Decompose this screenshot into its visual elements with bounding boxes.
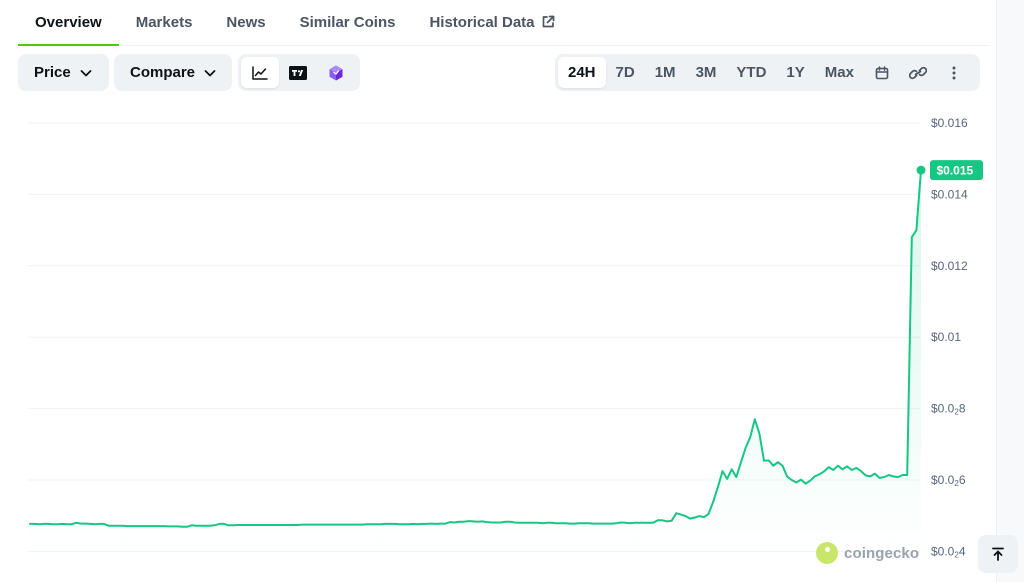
range-1m-button[interactable]: 1M bbox=[645, 57, 686, 88]
coingecko-watermark: coingecko bbox=[816, 542, 919, 564]
y-tick-label: $0.024 bbox=[931, 544, 966, 559]
y-tick-label: $0.014 bbox=[931, 187, 968, 201]
current-price-point bbox=[916, 165, 926, 175]
range-label: 24H bbox=[568, 64, 596, 81]
range-3m-button[interactable]: 3M bbox=[686, 57, 727, 88]
range-label: 1Y bbox=[786, 64, 805, 81]
range-label: 3M bbox=[695, 64, 717, 81]
price-area-fill bbox=[30, 170, 921, 556]
coin-tabs: Overview Markets News Similar Coins Hist… bbox=[18, 0, 990, 46]
line-chart-button[interactable] bbox=[241, 57, 279, 88]
date-range-button[interactable] bbox=[864, 57, 900, 88]
price-dropdown[interactable]: Price bbox=[18, 54, 109, 91]
compare-dropdown[interactable]: Compare bbox=[114, 54, 232, 91]
range-label: YTD bbox=[736, 64, 767, 81]
more-options-button[interactable] bbox=[936, 57, 972, 88]
scroll-to-top-button[interactable] bbox=[978, 535, 1018, 573]
chart-toolbar: Price Compare 24H 7D 1M 3M YTD 1Y Max bbox=[18, 54, 980, 91]
range-label: 7D bbox=[615, 64, 635, 81]
tradingview-icon bbox=[289, 65, 307, 80]
price-line-chart[interactable]: $0.016 $0.014 $0.012 $0.01 $0.028 $0.026 $0.02… bbox=[0, 100, 996, 570]
arrow-up-to-line-icon bbox=[992, 547, 1004, 561]
current-price-label: $0.015 bbox=[937, 164, 974, 178]
range-max-button[interactable]: Max bbox=[815, 57, 864, 88]
range-24h-button[interactable]: 24H bbox=[558, 57, 606, 88]
range-label: Max bbox=[824, 64, 854, 81]
range-label: 1M bbox=[654, 64, 676, 81]
y-tick-label: $0.016 bbox=[931, 116, 968, 130]
brand-name: coingecko bbox=[844, 544, 920, 562]
tab-overview[interactable]: Overview bbox=[18, 0, 119, 46]
tab-label: Overview bbox=[35, 13, 102, 31]
current-price-tag: $0.015 bbox=[930, 160, 983, 181]
chevron-down-icon bbox=[204, 69, 216, 76]
price-line bbox=[29, 169, 922, 528]
tab-historical-data[interactable]: Historical Data bbox=[412, 0, 571, 45]
y-axis: $0.016 $0.014 $0.012 $0.01 $0.028 $0.026 $0.02… bbox=[931, 116, 968, 559]
range-7d-button[interactable]: 7D bbox=[606, 57, 645, 88]
link-icon bbox=[908, 66, 927, 79]
tab-label: Markets bbox=[135, 13, 193, 31]
gecko-logo-icon bbox=[816, 542, 838, 564]
tradingview-button[interactable] bbox=[279, 57, 317, 88]
tab-news[interactable]: News bbox=[209, 0, 282, 45]
range-ytd-button[interactable]: YTD bbox=[726, 57, 776, 88]
price-dropdown-label: Price bbox=[34, 64, 71, 81]
chevron-down-icon bbox=[80, 69, 92, 76]
range-1y-button[interactable]: 1Y bbox=[776, 57, 814, 88]
cube-icon bbox=[329, 65, 343, 80]
share-link-button[interactable] bbox=[900, 57, 936, 88]
y-tick-label: $0.012 bbox=[931, 259, 968, 273]
y-tick-label: $0.026 bbox=[931, 473, 966, 488]
compare-dropdown-label: Compare bbox=[130, 64, 196, 81]
tab-label: Similar Coins bbox=[299, 13, 396, 31]
cube-chart-button[interactable] bbox=[317, 57, 355, 88]
y-tick-label: $0.028 bbox=[931, 402, 966, 417]
more-vertical-icon bbox=[952, 66, 956, 79]
time-range-selector: 24H 7D 1M 3M YTD 1Y Max bbox=[555, 54, 980, 91]
tab-label: Historical Data bbox=[429, 13, 535, 31]
price-chart-panel: Overview Markets News Similar Coins Hist… bbox=[0, 0, 1024, 582]
y-tick-label: $0.01 bbox=[931, 330, 961, 344]
calendar-icon bbox=[875, 65, 889, 79]
line-chart-icon bbox=[252, 65, 268, 80]
tab-similar-coins[interactable]: Similar Coins bbox=[283, 0, 413, 45]
tab-label: News bbox=[226, 13, 266, 31]
chart-type-toggle bbox=[238, 54, 360, 91]
external-link-icon bbox=[541, 15, 555, 29]
tab-markets[interactable]: Markets bbox=[119, 0, 210, 45]
right-gutter bbox=[996, 0, 1024, 582]
